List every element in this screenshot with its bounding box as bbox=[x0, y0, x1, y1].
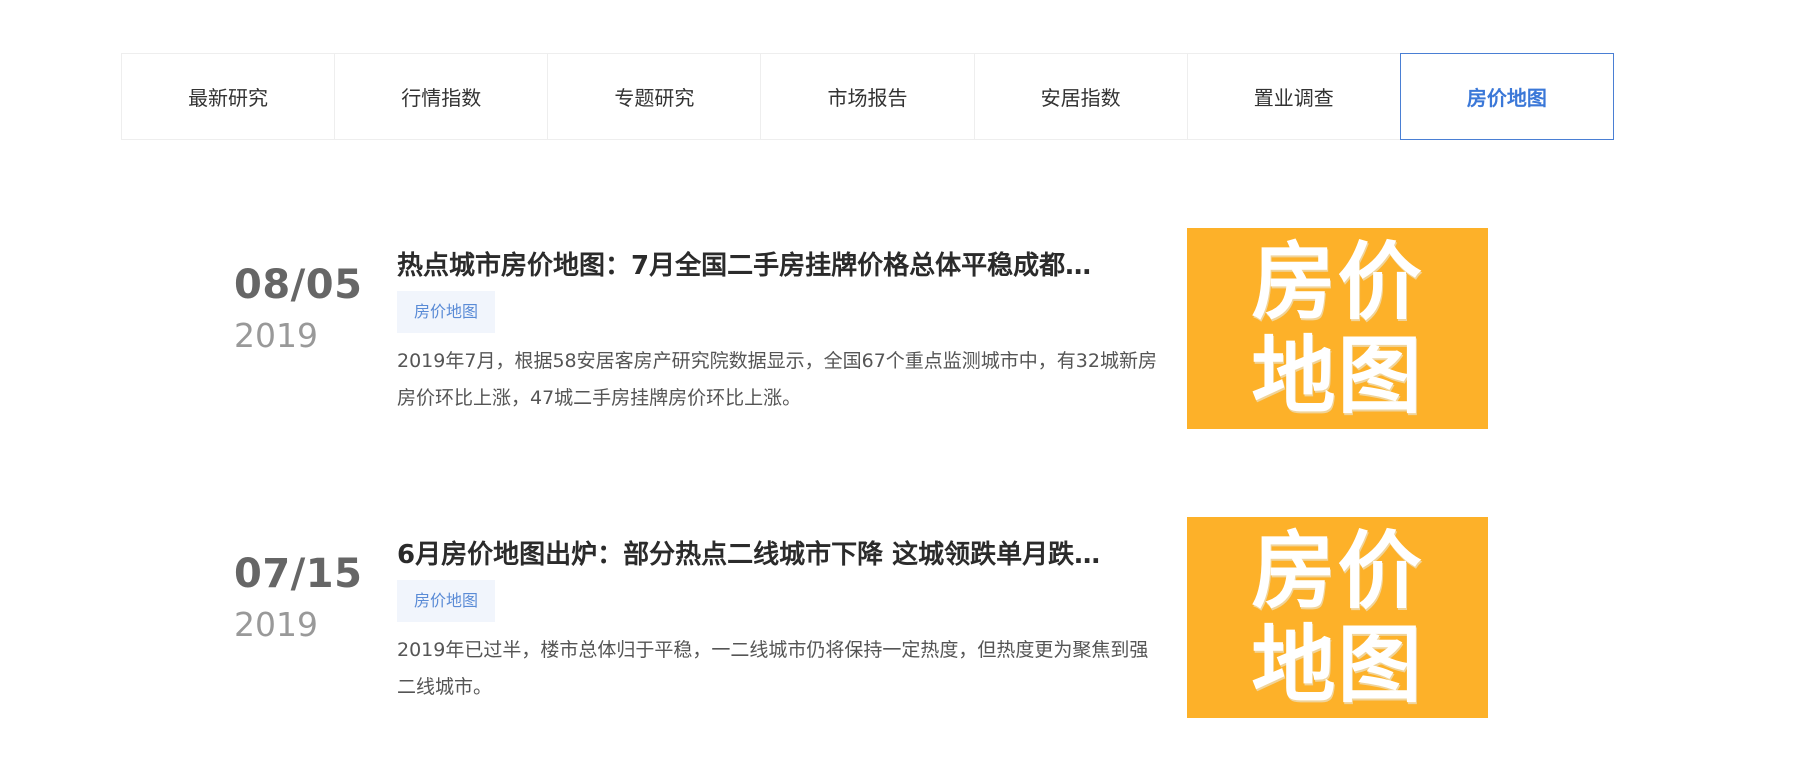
tab-topic-research[interactable]: 专题研究 bbox=[548, 54, 762, 139]
tab-market-index[interactable]: 行情指数 bbox=[335, 54, 549, 139]
article-year: 2019 bbox=[234, 316, 318, 355]
article-list-item: 07/15 2019 6月房价地图出炉：部分热点二线城市下降 这城领跌单月跌… … bbox=[0, 510, 1813, 718]
tab-latest-research[interactable]: 最新研究 bbox=[122, 54, 336, 139]
article-title-link[interactable]: 6月房价地图出炉：部分热点二线城市下降 这城领跌单月跌… bbox=[397, 534, 1157, 571]
article-summary: 2019年7月，根据58安居客房产研究院数据显示，全国67个重点监测城市中，有3… bbox=[397, 350, 1157, 409]
article-date: 08/05 bbox=[234, 262, 363, 308]
article-title-link[interactable]: 热点城市房价地图：7月全国二手房挂牌价格总体平稳成都… bbox=[397, 245, 1157, 282]
category-tab-bar: 最新研究 行情指数 专题研究 市场报告 安居指数 置业调查 房价地图 bbox=[121, 53, 1614, 140]
page: 最新研究 行情指数 专题研究 市场报告 安居指数 置业调查 房价地图 08/05… bbox=[0, 0, 1813, 768]
tab-price-map[interactable]: 房价地图 bbox=[1399, 53, 1614, 140]
article-tag[interactable]: 房价地图 bbox=[397, 291, 496, 333]
thumbnail-label: 房价 地图 bbox=[1251, 521, 1424, 714]
article-list-item: 08/05 2019 热点城市房价地图：7月全国二手房挂牌价格总体平稳成都… 房… bbox=[0, 222, 1813, 429]
article-date: 07/15 bbox=[234, 551, 363, 597]
thumbnail-label: 房价 地图 bbox=[1251, 232, 1424, 425]
tab-buyer-survey[interactable]: 置业调查 bbox=[1188, 54, 1401, 139]
article-summary: 2019年已过半，楼市总体归于平稳，一二线城市仍将保持一定热度，但热度更为聚焦到… bbox=[397, 639, 1149, 698]
tab-housing-index[interactable]: 安居指数 bbox=[975, 54, 1188, 139]
article-thumbnail[interactable]: 房价 地图 bbox=[1187, 517, 1488, 718]
article-year: 2019 bbox=[234, 605, 318, 644]
tab-market-report[interactable]: 市场报告 bbox=[761, 54, 975, 139]
article-thumbnail[interactable]: 房价 地图 bbox=[1187, 228, 1488, 429]
article-tag[interactable]: 房价地图 bbox=[397, 580, 496, 622]
